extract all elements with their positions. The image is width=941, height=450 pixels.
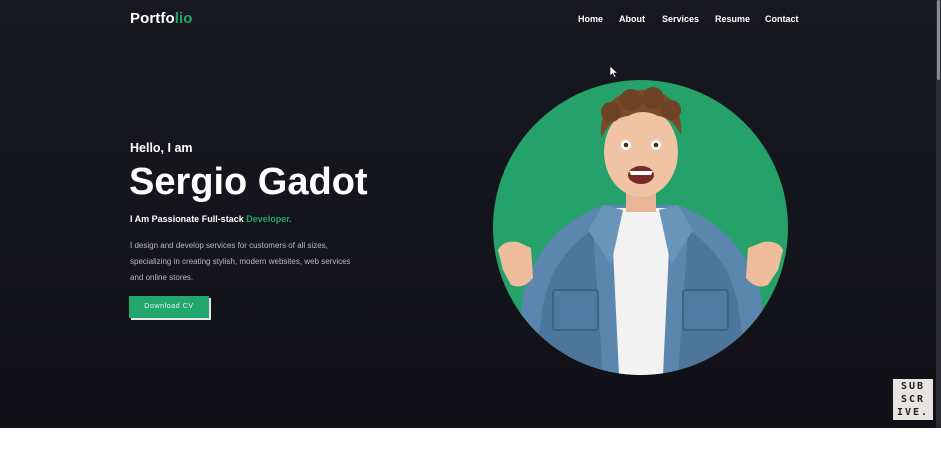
description-line: and online stores. — [130, 273, 194, 282]
hero-section: Portfolio Home About Services Resume Con… — [0, 0, 936, 428]
tagline-text: I Am Passionate Full-stack — [130, 214, 247, 224]
nav-link-services[interactable]: Services — [662, 14, 699, 24]
subscribe-line: SCR — [900, 394, 926, 405]
tagline-accent: Developer. — [246, 214, 292, 224]
mouse-cursor-icon — [610, 66, 618, 78]
description-line: specializing in creating stylish, modern… — [130, 257, 351, 266]
subscribe-badge[interactable]: SUB SCR IVE. — [893, 379, 933, 420]
download-cv-button[interactable]: Download CV — [129, 296, 209, 318]
scrollbar-thumb[interactable] — [937, 0, 940, 80]
site-logo[interactable]: Portfolio — [130, 10, 193, 27]
hero-description: I design and develop services for custom… — [130, 238, 370, 286]
hero-name: Sergio Gadot — [129, 161, 368, 203]
profile-photo — [493, 80, 788, 375]
nav-link-home[interactable]: Home — [578, 14, 603, 24]
nav-link-about[interactable]: About — [619, 14, 645, 24]
description-line: I design and develop services for custom… — [130, 241, 328, 250]
subscribe-line: SUB — [900, 381, 926, 392]
nav-link-contact[interactable]: Contact — [765, 14, 799, 24]
logo-text-accent: lio — [174, 10, 193, 27]
hero-greeting: Hello, I am — [130, 141, 193, 155]
hero-tagline: I Am Passionate Full-stack Developer. — [130, 214, 292, 224]
subscribe-line: IVE. — [896, 407, 930, 418]
nav-link-resume[interactable]: Resume — [715, 14, 750, 24]
logo-text-main: Portfo — [130, 10, 175, 27]
